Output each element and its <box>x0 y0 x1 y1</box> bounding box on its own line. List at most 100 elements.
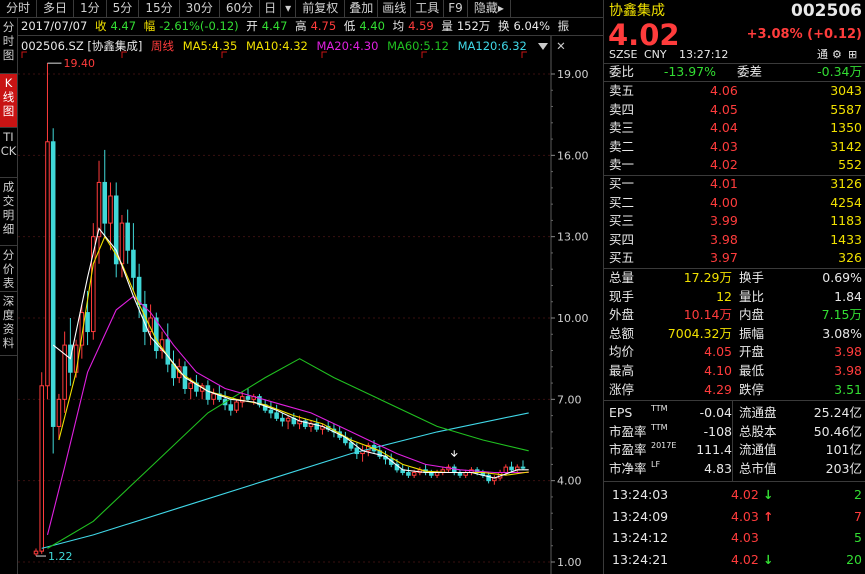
candle-down <box>348 442 354 449</box>
candle-down <box>520 466 526 469</box>
legend-ma20: MA20:4.30 <box>316 39 379 53</box>
book-label: 买五 <box>609 250 635 266</box>
book-price: 4.03 <box>710 138 738 154</box>
left-tab-5[interactable]: 深度资料 <box>0 292 17 356</box>
toolbar-item-13[interactable]: F9 <box>444 0 468 18</box>
fundamental-label: 总股本 <box>739 423 777 439</box>
diff-label: 委差 <box>737 64 763 79</box>
tick-row[interactable]: 13:24:09 4.03 ↑ 7 <box>604 508 865 526</box>
toolbar-item-3[interactable]: 5分 <box>107 0 140 18</box>
tick-row[interactable]: 13:24:12 4.03 5 <box>604 529 865 547</box>
candle-up <box>285 417 291 422</box>
left-view-tabs: 分时图 K线图 TICK 成交明细 分价表 深度资料 <box>0 18 18 574</box>
toolbar-item-7[interactable]: 日 <box>260 0 282 18</box>
tick-volume: 2 <box>854 487 862 502</box>
tong-button[interactable]: 通 <box>817 48 828 62</box>
stat-label: 总额 <box>609 325 635 341</box>
candle-down <box>131 249 136 278</box>
book-volume: 326 <box>838 250 862 266</box>
ma5-line <box>52 227 529 479</box>
settings-icon[interactable]: ⚙ <box>832 48 842 62</box>
toolbar-item-2[interactable]: 1分 <box>74 0 107 18</box>
y-tick-label: 10.00 <box>557 312 589 325</box>
expand-icon[interactable]: ⊞ <box>848 48 857 62</box>
tick-time: 13:24:12 <box>612 530 669 545</box>
toolbar-item-9[interactable]: 前复权 <box>296 0 346 18</box>
candle-down <box>102 181 108 224</box>
candle-down <box>165 339 171 365</box>
info-open-label: 开 <box>246 19 258 33</box>
event-marker-icon <box>450 450 458 457</box>
kline-chart[interactable]: 19.00 16.00 13.00 10.00 7.00 4.00 1.00 19.40 1.2… <box>18 36 603 574</box>
left-tab-0[interactable]: 分时图 <box>0 18 17 74</box>
candle-down <box>205 385 211 400</box>
tick-price: 4.03 <box>731 508 759 524</box>
legend-period: 周线 <box>151 39 175 53</box>
stat-value: 3.08% <box>822 325 862 341</box>
stat-row: 均价 4.05 开盘 3.98 <box>604 343 865 361</box>
ratio-label: 委比 <box>609 64 635 79</box>
left-tab-4[interactable]: 分价表 <box>0 246 17 292</box>
legend-close-icon[interactable]: ✕ <box>556 39 566 53</box>
stat-row: 最高 4.10 最低 3.98 <box>604 362 865 380</box>
stat-label: 最高 <box>609 363 635 378</box>
toolbar-item-11[interactable]: 画线 <box>378 0 412 18</box>
left-tab-1[interactable]: K线图 <box>0 74 17 128</box>
fundamental-label: 市净率 <box>609 460 647 476</box>
stat-row: 涨停 4.29 跌停 3.51 <box>604 381 865 399</box>
fundamental-value: 111.4 <box>696 442 732 458</box>
stat-value: 7004.32万 <box>667 325 732 341</box>
left-tab-3[interactable]: 成交明细 <box>0 178 17 246</box>
last-price: 4.02 <box>608 18 680 52</box>
book-label: 买四 <box>609 231 635 247</box>
divider <box>732 401 733 481</box>
tick-row[interactable]: 13:24:03 4.02 ↓ 2 <box>604 486 865 504</box>
left-tab-2[interactable]: TICK <box>0 128 17 178</box>
kline-chart-svg[interactable]: 19.00 16.00 13.00 10.00 7.00 4.00 1.00 19.40 1.2… <box>18 36 603 574</box>
toolbar-item-6[interactable]: 60分 <box>220 0 261 18</box>
candle-up <box>234 401 239 411</box>
asks-row: 卖二 4.03 3142 <box>604 138 865 156</box>
fundamental-label: 流通盘 <box>739 405 777 420</box>
max-price-label: 19.40 <box>63 57 95 70</box>
toolbar-item-4[interactable]: 15分 <box>139 0 180 18</box>
order-ratio-row: 委比 -13.97% 委差 -0.34万 <box>604 63 865 81</box>
book-volume: 1433 <box>830 231 862 247</box>
info-low-label: 低 <box>343 19 356 33</box>
book-label: 买一 <box>609 176 635 191</box>
fundamental-value: 203亿 <box>825 460 862 476</box>
fundamental-value: 101亿 <box>825 442 862 458</box>
bids-row: 买一 4.01 3126 <box>604 175 865 193</box>
info-change-label: 幅 <box>143 19 156 33</box>
stat-row: 总量 17.29万 换手 0.69% <box>604 269 865 287</box>
toolbar-item-0[interactable]: 分时 <box>0 0 38 18</box>
stock-terminal-window: 分时 多日 1分 5分 15分 30分 60分日 ▾ 前复权 叠加 画线 工具 F9 隐藏▸ 分时图 K线图… <box>0 0 865 574</box>
info-avg-label: 均 <box>392 19 405 33</box>
stat-label: 量比 <box>739 288 765 304</box>
toolbar-item-1[interactable]: 多日 <box>37 0 75 18</box>
toolbar-item-8[interactable]: ▾ <box>281 0 297 18</box>
candle-up <box>56 398 62 427</box>
candle-up <box>45 141 50 387</box>
stat-label: 现手 <box>609 288 635 304</box>
tick-row[interactable]: 13:24:21 4.02 ↓ 20 <box>604 551 865 569</box>
toolbar-item-5[interactable]: 30分 <box>180 0 220 18</box>
legend-ma60: MA60:5.12 <box>387 39 449 53</box>
toolbar-item-10[interactable]: 叠加 <box>345 0 379 18</box>
arrow-down-icon: ↓ <box>763 551 774 567</box>
candle-down <box>509 466 514 471</box>
book-price: 4.06 <box>710 83 738 98</box>
stat-label: 最低 <box>739 363 765 378</box>
toolbar-item-12[interactable]: 工具 <box>411 0 445 18</box>
arrow-down-icon: ↓ <box>763 487 774 502</box>
fundamental-sup: 2017E <box>651 441 677 451</box>
info-avg: 4.59 <box>408 19 434 33</box>
bids-row: 买四 3.98 1433 <box>604 231 865 249</box>
fundamental-row: 市净率 LF 4.83 总市值 203亿 <box>604 460 865 478</box>
price-row: 4.02 +3.08% (+0.12) <box>604 20 865 50</box>
fundamental-value: 25.24亿 <box>813 405 862 420</box>
toolbar-item-14[interactable]: 隐藏▸ <box>468 0 511 18</box>
y-tick-label: 13.00 <box>557 231 589 244</box>
legend-dropdown-icon[interactable] <box>537 43 548 50</box>
book-label: 卖四 <box>609 101 635 117</box>
